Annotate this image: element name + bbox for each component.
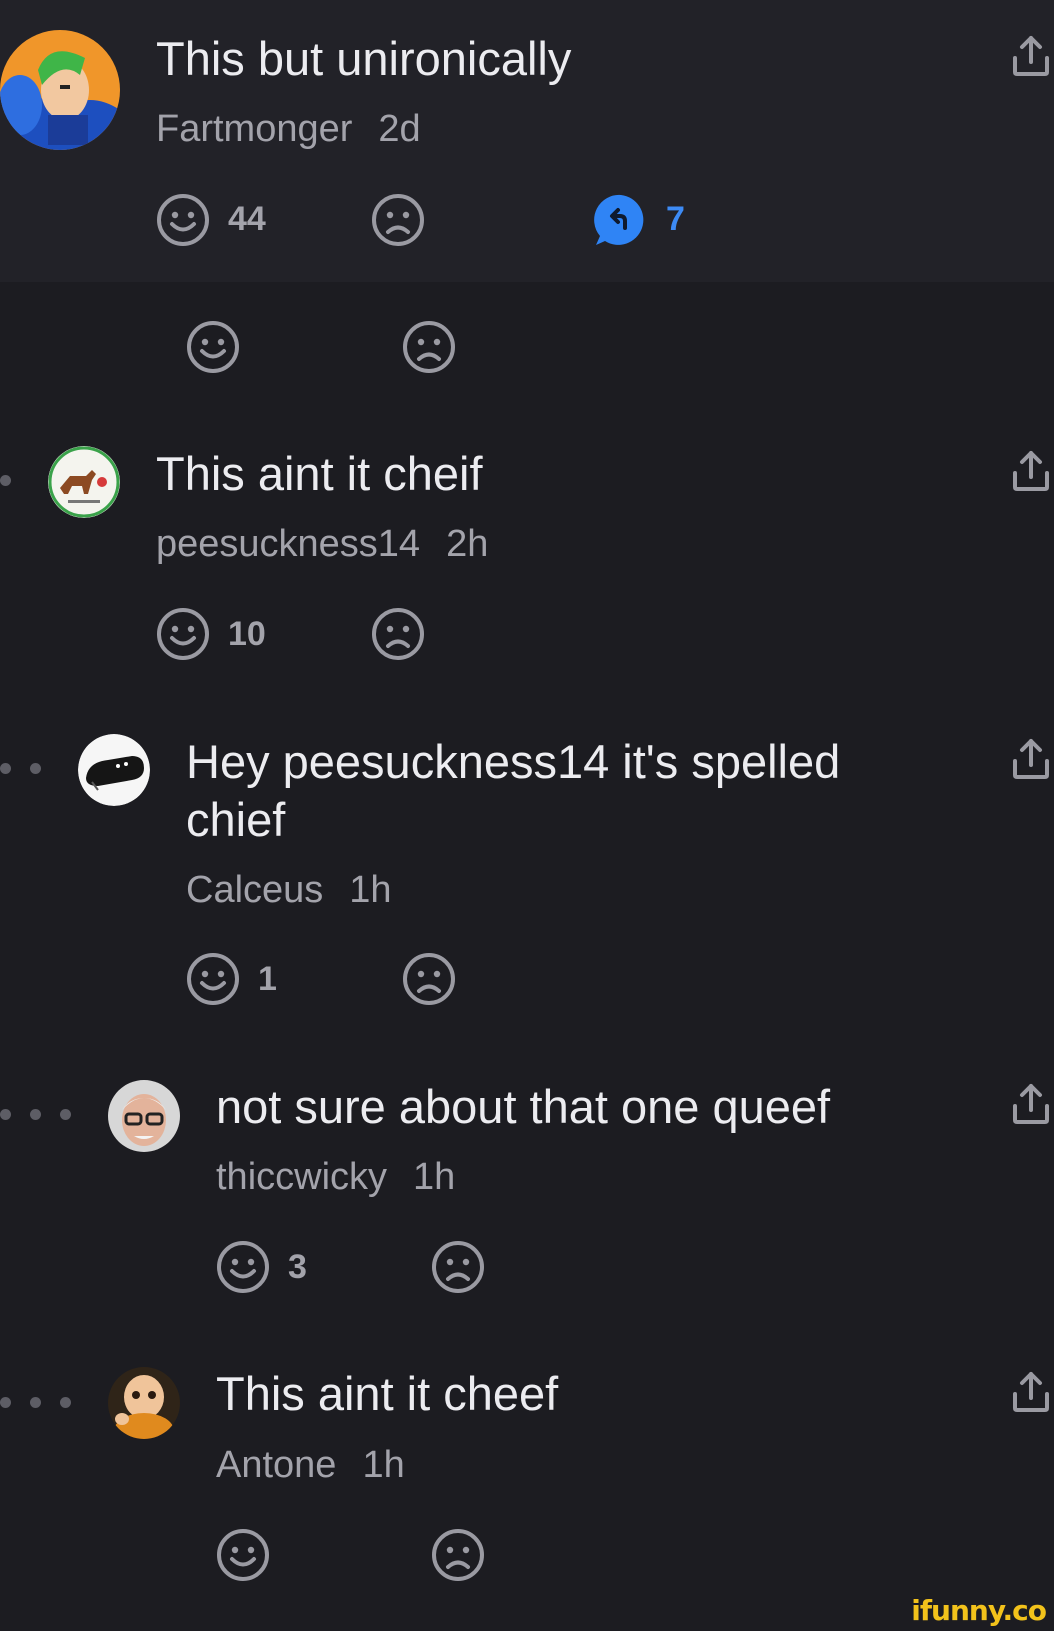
comment-meta: thiccwicky 1h (216, 1156, 455, 1199)
ifunny-watermark: ifunny.co (911, 1594, 1047, 1627)
reply-bubble-icon (594, 194, 644, 245)
comment-meta: Antone 1h (216, 1444, 405, 1487)
thread-indicator (0, 763, 11, 774)
share-icon (1011, 1082, 1051, 1126)
like-button[interactable] (156, 193, 210, 247)
like-button[interactable] (156, 607, 210, 661)
dislike-button[interactable] (431, 1240, 485, 1294)
thread-indicator (30, 1109, 41, 1120)
comment-meta: Fartmonger 2d (156, 108, 421, 151)
thread-indicator (0, 475, 11, 486)
like-button[interactable] (186, 320, 240, 374)
share-button[interactable] (1011, 737, 1051, 781)
comment-text: not sure about that one queef (216, 1080, 831, 1133)
comment-author[interactable]: Fartmonger (156, 108, 352, 150)
comment-author[interactable]: Calceus (186, 869, 323, 911)
avatar-calceus[interactable] (78, 734, 150, 806)
share-button[interactable] (1011, 34, 1051, 78)
comment-time: 1h (413, 1156, 456, 1198)
comment-author[interactable]: Antone (216, 1444, 336, 1486)
thread-indicator (60, 1397, 71, 1408)
comment-time: 1h (349, 869, 392, 911)
avatar-peesuckness14[interactable] (48, 446, 120, 518)
like-button[interactable] (216, 1240, 270, 1294)
replies-button[interactable] (593, 192, 649, 248)
like-count: 44 (228, 200, 266, 238)
share-icon (1011, 1370, 1051, 1414)
comment-meta: Calceus 1h (186, 869, 392, 912)
comment-author[interactable]: thiccwicky (216, 1156, 387, 1198)
like-count: 3 (288, 1248, 307, 1286)
avatar-thiccwicky[interactable] (108, 1080, 180, 1152)
comment-text: This aint it cheif (156, 447, 483, 500)
comment-time: 2h (446, 523, 489, 565)
comment-meta: peesuckness14 2h (156, 523, 488, 566)
dislike-button[interactable] (402, 952, 456, 1006)
share-icon (1011, 737, 1051, 781)
dislike-button[interactable] (431, 1528, 485, 1582)
thread-indicator (30, 763, 41, 774)
avatar-fartmonger[interactable] (0, 30, 120, 150)
like-count: 10 (228, 615, 266, 653)
thread-indicator (0, 1109, 11, 1120)
comment-text: Hey peesuckness14 it's spelled chief (186, 735, 841, 846)
share-icon (1011, 449, 1051, 493)
like-button[interactable] (216, 1528, 270, 1582)
like-button[interactable] (186, 952, 240, 1006)
comment-text: This but unironically (156, 32, 572, 85)
thread-indicator (60, 1109, 71, 1120)
dislike-button[interactable] (371, 607, 425, 661)
share-button[interactable] (1011, 1082, 1051, 1126)
comment-text: This aint it cheef (216, 1367, 559, 1420)
like-count: 1 (258, 960, 277, 998)
thread-indicator (0, 1397, 11, 1408)
dislike-button[interactable] (371, 193, 425, 247)
reply-count[interactable]: 7 (666, 200, 685, 239)
avatar-antone[interactable] (108, 1367, 180, 1439)
thread-indicator (30, 1397, 41, 1408)
comment-author[interactable]: peesuckness14 (156, 523, 420, 565)
share-icon (1011, 34, 1051, 78)
share-button[interactable] (1011, 1370, 1051, 1414)
comment-time: 2d (378, 108, 421, 150)
dislike-button[interactable] (402, 320, 456, 374)
share-button[interactable] (1011, 449, 1051, 493)
comment-time: 1h (362, 1444, 405, 1486)
